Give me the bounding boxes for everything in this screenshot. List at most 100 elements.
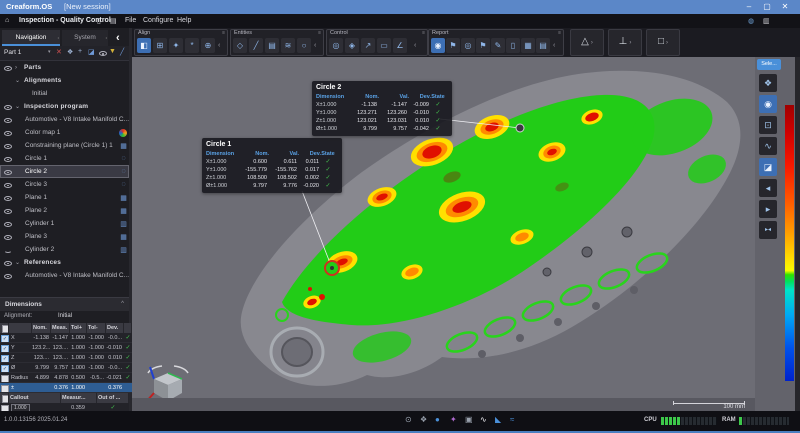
eye-closed-icon[interactable] [3, 245, 13, 255]
col-meas[interactable]: Meas. [51, 323, 70, 333]
callout-checkbox-header[interactable] [2, 395, 9, 403]
add-icon[interactable]: + [78, 48, 82, 55]
col-dev[interactable]: Dev. [106, 323, 124, 333]
clip-back-icon[interactable]: ▸ [759, 200, 777, 218]
group-handle-icon[interactable]: ≡ [222, 30, 225, 36]
expander-icon[interactable]: ⌄ [15, 77, 22, 84]
control-caliper-icon[interactable]: ▭ [377, 38, 391, 53]
eye-icon[interactable] [3, 102, 13, 112]
control-colormap-icon[interactable]: ◎ [329, 38, 343, 53]
tree-item-reference-mesh[interactable]: Automotive - V8 Intake Manifold C... [0, 269, 129, 282]
report-page-icon[interactable]: ▯ [506, 38, 520, 53]
globe-icon[interactable]: ◍ [748, 17, 754, 25]
align-probe-icon[interactable]: ⊕ [201, 38, 215, 53]
chevron-down-icon[interactable]: ▾ [48, 49, 51, 55]
eye-icon[interactable] [3, 180, 13, 190]
sphere-icon[interactable]: ● [435, 415, 440, 424]
eye-icon[interactable] [3, 258, 13, 268]
align-axis-icon[interactable]: * [185, 38, 199, 53]
dim-name[interactable]: Y [9, 343, 32, 353]
select-mode-button[interactable]: Sele... [757, 59, 781, 70]
tree-item-color-map-1[interactable]: Color map 1 [0, 126, 129, 139]
row-checkbox[interactable] [1, 375, 9, 383]
filter-funnel-icon[interactable]: ▼ [109, 48, 116, 55]
group-collapse-icon[interactable]: ‹ [218, 42, 220, 49]
tree-item-circle-3[interactable]: Circle 3 ◌ [0, 178, 129, 191]
group-handle-icon[interactable]: ≡ [422, 30, 425, 36]
power-icon[interactable]: ⊙ [405, 415, 412, 424]
expander-icon[interactable]: ⌄ [15, 259, 22, 266]
group-handle-icon[interactable]: ≡ [318, 30, 321, 36]
eye-icon[interactable] [3, 63, 13, 73]
menu-configure[interactable]: Configure [143, 17, 173, 24]
col-out-of[interactable]: Out of ... [97, 393, 129, 403]
annotation-circle-2[interactable]: Circle 2 DimensionNom. Val.Dev. State X±… [312, 81, 452, 136]
align-prealign-icon[interactable]: ◧ [137, 38, 151, 53]
align-best-fit-icon[interactable]: ⊞ [153, 38, 167, 53]
menu-file[interactable]: File [125, 17, 136, 24]
eye-icon[interactable] [3, 232, 13, 242]
tree-item-references[interactable]: ⌄ References [0, 256, 129, 269]
report-flag-icon[interactable]: ⚑ [446, 38, 460, 53]
rectangle-select-icon[interactable]: ⊡ [759, 116, 777, 134]
shapes-icon[interactable]: ✦ [450, 415, 457, 424]
select-all-checkbox[interactable] [2, 325, 9, 333]
tree-item-initial[interactable]: Initial [0, 87, 129, 100]
manual-icon[interactable]: ▥ [763, 17, 770, 25]
row-checkbox[interactable]: ✓ [1, 335, 9, 343]
cleanup-button[interactable]: ⊥› [608, 29, 642, 56]
minimize-button[interactable]: – [742, 1, 756, 13]
tree-item-parts[interactable]: › Parts [0, 61, 129, 74]
entities-table-icon[interactable]: ▤ [265, 38, 279, 53]
tree-item-constraining-plane[interactable]: Constraining plane (Circle 1) 1 ▦ [0, 139, 129, 152]
report-edit-icon[interactable]: ✎ [491, 38, 505, 53]
tree-item-circle-1[interactable]: Circle 1 ◌ [0, 152, 129, 165]
control-probe-icon[interactable]: ↗ [361, 38, 375, 53]
wedge-icon[interactable]: ◣ [495, 415, 501, 424]
entities-primitives-icon[interactable]: ◇ [233, 38, 247, 53]
mesh-icon[interactable]: ❖ [420, 415, 427, 424]
visibility-eye-icon[interactable]: ◉ [759, 95, 777, 113]
eye-icon[interactable] [3, 141, 13, 151]
dimensions-header[interactable]: Dimensions ^ [0, 297, 129, 311]
tree-item-automotive-mesh[interactable]: Automotive - V8 Intake Manifold C... [0, 113, 129, 126]
pin-icon[interactable]: • [106, 30, 107, 46]
surface-select-icon[interactable]: ❖ [759, 74, 777, 92]
control-gdt-icon[interactable]: ◈ [345, 38, 359, 53]
expander-icon[interactable]: ⌄ [15, 103, 22, 110]
group-collapse-icon[interactable]: ‹ [314, 42, 316, 49]
report-snapshot-icon[interactable]: ▦ [521, 38, 535, 53]
visibility-eye-icon[interactable] [98, 48, 108, 58]
collapse-icon[interactable]: ^ [121, 301, 124, 307]
dim-name[interactable]: ± [9, 383, 32, 393]
row-checkbox[interactable]: ✓ [1, 365, 9, 373]
clip-front-icon[interactable]: ◂ [759, 179, 777, 197]
panel-collapse-icon[interactable]: ‹ [116, 32, 120, 44]
eye-icon[interactable] [3, 206, 13, 216]
row-checkbox[interactable] [1, 385, 9, 393]
eye-icon[interactable] [3, 154, 13, 164]
pen-icon[interactable]: ╱ [120, 48, 124, 56]
tree-item-cylinder-1[interactable]: Cylinder 1 ▥ [0, 217, 129, 230]
align-datum-icon[interactable]: ✦ [169, 38, 183, 53]
lasso-select-icon[interactable]: ∿ [759, 137, 777, 155]
tab-system[interactable]: System• [62, 30, 108, 46]
dimensions-selected-row[interactable]: ± 0.376 1.000 0.376 [0, 383, 129, 393]
delete-icon[interactable]: ✕ [56, 48, 62, 56]
maximize-button[interactable]: ▢ [760, 1, 774, 13]
report-search-flag-icon[interactable]: ◎ [461, 38, 475, 53]
eye-icon[interactable] [3, 271, 13, 281]
eye-icon[interactable] [3, 128, 13, 138]
menu-help[interactable]: Help [177, 17, 191, 24]
waveform-icon[interactable]: ∿ [480, 415, 487, 424]
dim-name[interactable]: Z [9, 353, 32, 363]
control-angle-icon[interactable]: ∠ [393, 38, 407, 53]
mirror-icon[interactable]: ▸◂ [759, 221, 777, 239]
tree-item-cylinder-2[interactable]: Cylinder 2 ▥ [0, 243, 129, 256]
annotation-circle-1[interactable]: Circle 1 DimensionNom. Val.Dev. State X±… [202, 138, 342, 193]
model-view-button[interactable]: □› [646, 29, 680, 56]
measure-mode-button[interactable]: △› [570, 29, 604, 56]
group-collapse-icon[interactable]: ‹ [414, 42, 416, 49]
report-color-flag-icon[interactable]: ⚑ [476, 38, 490, 53]
tree-item-inspection-program[interactable]: ⌄ Inspection program [0, 100, 129, 113]
